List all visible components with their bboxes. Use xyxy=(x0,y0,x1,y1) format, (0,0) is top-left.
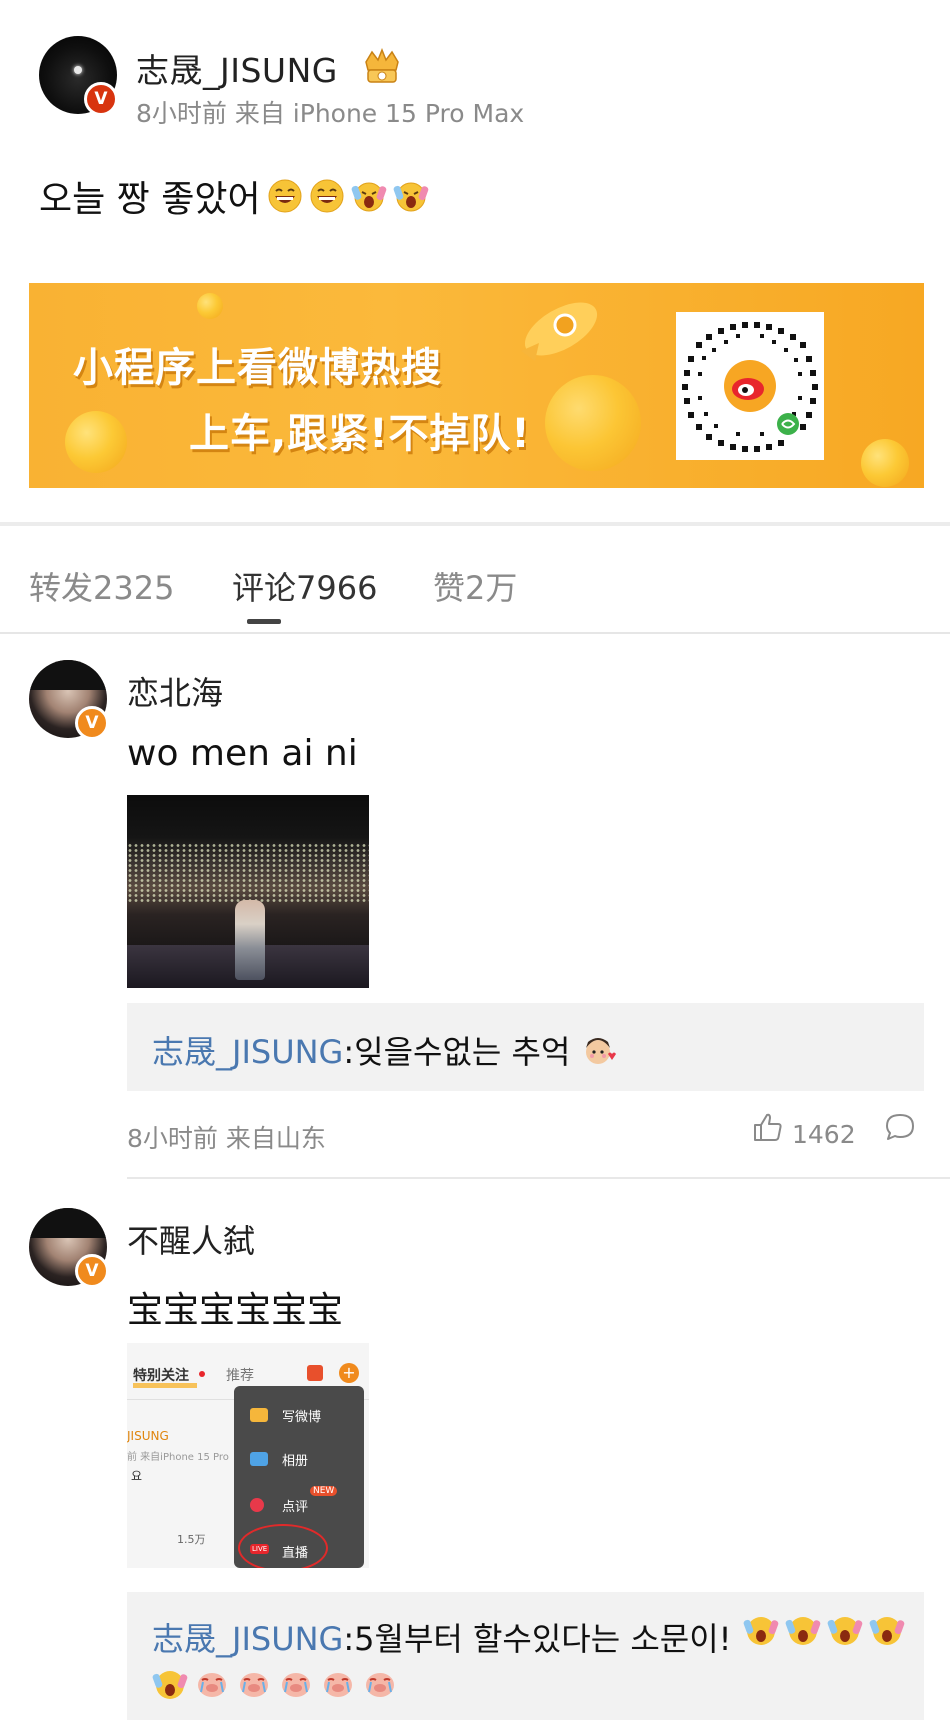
qr-code-icon xyxy=(682,322,818,452)
section-divider xyxy=(0,522,950,526)
screenshot-tab-underline xyxy=(133,1383,197,1388)
menu-item-review: 点评 xyxy=(282,1500,309,1515)
tab-comments[interactable]: 评论7966 xyxy=(232,563,377,609)
scream-emoji-icon xyxy=(393,182,428,212)
reply-author-link[interactable]: 志晟_JISUNG xyxy=(152,1027,343,1073)
concert-crowd-lights xyxy=(127,843,369,903)
comment-text: wo men ai ni xyxy=(127,733,358,774)
banner-line2: 上车,跟紧!不掉队! xyxy=(189,411,531,457)
crying-pig-emoji-icon xyxy=(198,1673,226,1697)
menu-item-album: 相册 xyxy=(282,1454,309,1469)
tab-reposts[interactable]: 转发2325 xyxy=(29,563,174,609)
laugh-emoji-icon xyxy=(268,179,302,213)
comment-screenshot-image[interactable]: 特别关注 推荐 + JISUNG 前 来自iPhone 15 Pro 요 1.5… xyxy=(127,1343,369,1568)
scream-emoji-icon xyxy=(827,1617,863,1645)
avatar-hair xyxy=(29,660,107,690)
screenshot-post-text: 요 xyxy=(131,1469,143,1483)
tab-likes[interactable]: 赞2万 xyxy=(433,563,517,609)
rocket-icon xyxy=(521,302,598,361)
author-reply-box[interactable]: 志晟_JISUNG :5월부터 할수있다는 소문이! xyxy=(127,1592,924,1720)
author-reply: 志晟_JISUNG :잊을수없는 추억 xyxy=(152,1027,618,1073)
scream-emoji-icon xyxy=(743,1617,779,1645)
reply-emoji-row-2 xyxy=(146,1666,398,1702)
post-meta: 8小时前 来自 iPhone 15 Pro Max xyxy=(136,99,525,128)
crown-badge-icon xyxy=(365,48,399,83)
review-star-icon xyxy=(250,1498,264,1512)
comment-meta: 8小时前 来自山东 xyxy=(127,1124,326,1153)
banner-line1: 小程序上看微博热搜 xyxy=(73,345,442,391)
comment-image[interactable] xyxy=(127,795,369,988)
screenshot-popup-menu: 写微博 相册 点评 NEW LIVE 直播 xyxy=(234,1386,364,1568)
compose-icon xyxy=(250,1408,268,1422)
screenshot-username: JISUNG xyxy=(127,1429,169,1443)
post-text-body: 오늘 짱 좋았어 xyxy=(39,179,261,220)
commenter-name[interactable]: 不醒人弑 xyxy=(127,1216,255,1262)
concert-performer xyxy=(235,900,265,980)
crying-pig-emoji-icon xyxy=(240,1673,268,1697)
comment-text: 宝宝宝宝宝宝 xyxy=(127,1290,344,1331)
screenshot-tab-recommend: 推荐 xyxy=(226,1368,254,1384)
banner-bubble xyxy=(197,293,223,319)
crying-pig-emoji-icon xyxy=(366,1673,394,1697)
new-badge: NEW xyxy=(310,1486,338,1496)
avatar-hair xyxy=(29,1208,107,1238)
scream-emoji-icon xyxy=(785,1617,821,1645)
tabs-divider xyxy=(0,632,950,634)
reply-text: :잊을수없는 추억 xyxy=(343,1033,571,1071)
crying-pig-emoji-icon xyxy=(324,1673,352,1697)
red-circle-highlight xyxy=(238,1524,328,1568)
verified-badge-icon: V xyxy=(84,82,118,116)
screenshot-meta: 前 来自iPhone 15 Pro xyxy=(127,1452,229,1463)
active-tab-indicator xyxy=(247,619,281,624)
menu-item-compose: 写微博 xyxy=(282,1410,322,1425)
verified-badge-icon: V xyxy=(75,1254,109,1288)
comment-divider xyxy=(127,1177,950,1179)
blush-face-emoji-icon xyxy=(586,1038,617,1064)
author-reply: 志晟_JISUNG :5월부터 할수있다는 소문이! xyxy=(152,1614,732,1660)
album-icon xyxy=(250,1452,268,1466)
plus-icon: + xyxy=(339,1363,359,1383)
scream-emoji-icon xyxy=(152,1671,188,1699)
thumbs-up-icon[interactable] xyxy=(752,1112,784,1142)
banner-weibo-bubble xyxy=(545,375,641,471)
red-dot-icon xyxy=(199,1371,205,1377)
crying-pig-emoji-icon xyxy=(282,1673,310,1697)
commenter-name[interactable]: 恋北海 xyxy=(127,668,223,714)
mini-program-banner[interactable]: 小程序上看微博热搜 上车,跟紧!不掉队! xyxy=(29,283,924,488)
screenshot-count: 1.5万 xyxy=(177,1533,206,1546)
scream-emoji-icon xyxy=(869,1617,905,1645)
screenshot-tab-following: 特别关注 xyxy=(133,1368,189,1384)
qr-code[interactable] xyxy=(676,312,824,460)
banner-bubble xyxy=(65,411,127,473)
like-count: 1462 xyxy=(792,1120,856,1149)
banner-bubble xyxy=(861,439,909,487)
reply-bubble-icon[interactable] xyxy=(884,1112,916,1142)
red-envelope-icon xyxy=(307,1365,323,1381)
reply-author-link[interactable]: 志晟_JISUNG xyxy=(152,1614,343,1660)
avatar-light xyxy=(74,66,82,74)
scream-emoji-icon xyxy=(351,182,386,212)
laugh-emoji-icon xyxy=(310,179,344,213)
verified-badge-icon: V xyxy=(75,706,109,740)
reply-text: :5월부터 할수있다는 소문이! xyxy=(343,1620,732,1658)
post-author-name[interactable]: 志晟_JISUNG xyxy=(136,44,338,92)
author-reply-box[interactable]: 志晟_JISUNG :잊을수없는 추억 xyxy=(127,1003,924,1091)
post-text: 오늘 짱 좋았어 xyxy=(39,170,429,222)
reply-emoji-row xyxy=(737,1612,905,1648)
